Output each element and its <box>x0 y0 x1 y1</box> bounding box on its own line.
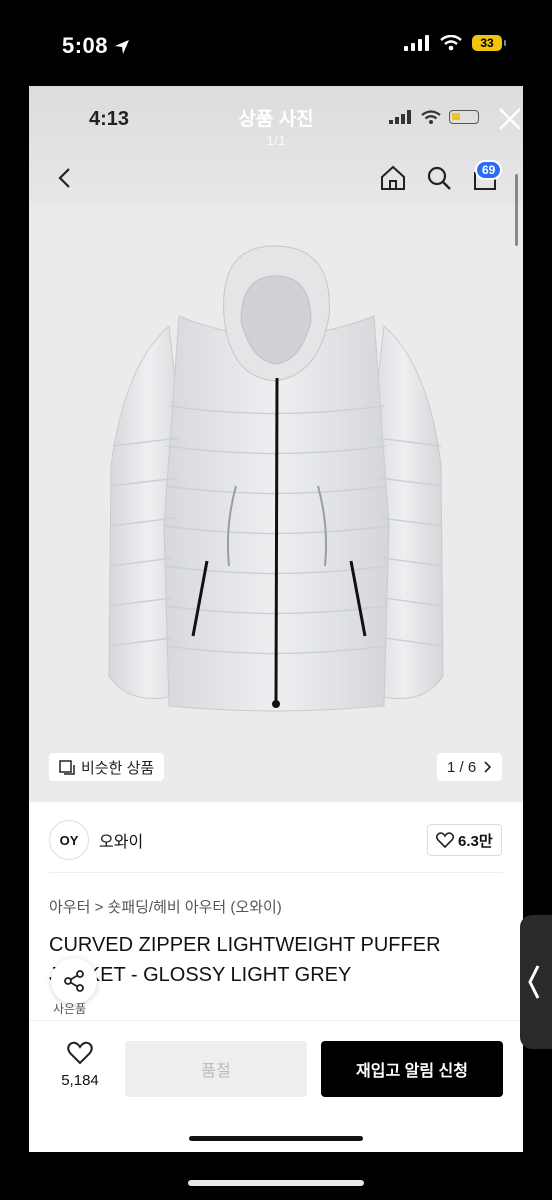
close-icon[interactable] <box>497 106 523 132</box>
app-screen: 4:13 상품 사진 1/1 69 비슷한 상품 1 / 6 OY 오와이 6.… <box>29 86 523 1152</box>
image-page-indicator[interactable]: 1 / 6 <box>437 753 503 781</box>
category-breadcrumb[interactable]: 아우터 > 숏패딩/헤비 아우터 (오와이) <box>49 896 282 917</box>
soldout-button: 품절 <box>125 1041 307 1097</box>
wishlist-count: 5,184 <box>61 1072 99 1089</box>
brand-row: OY 오와이 6.3만 <box>29 802 523 872</box>
similar-products-button[interactable]: 비슷한 상품 <box>49 753 165 781</box>
outer-clock: 5:08 <box>62 33 130 59</box>
outer-home-indicator <box>188 1180 364 1186</box>
viewer-photo-count: 1/1 <box>266 132 286 148</box>
outer-status-icons: 33 <box>404 35 506 51</box>
cart-count-badge: 69 <box>475 160 503 180</box>
product-image-viewer[interactable]: 4:13 상품 사진 1/1 69 비슷한 상품 1 / 6 <box>29 86 523 802</box>
gift-label: 사은품 <box>53 1002 87 1016</box>
share-button[interactable] <box>51 958 97 1004</box>
home-indicator <box>189 1136 363 1141</box>
viewer-header: 4:13 상품 사진 1/1 69 <box>29 86 523 206</box>
battery-indicator: 33 <box>472 35 506 51</box>
product-title: CURVED ZIPPER LIGHTWEIGHT PUFFER JACKET … <box>49 934 441 986</box>
chevron-right-icon <box>484 761 492 773</box>
restock-alert-button[interactable]: 재입고 알림 신청 <box>321 1041 503 1097</box>
similar-products-label: 비슷한 상품 <box>81 759 155 777</box>
home-icon[interactable] <box>379 164 407 192</box>
purchase-bar: 5,184 품절 재입고 알림 신청 <box>29 1020 523 1152</box>
brand-like-button[interactable]: 6.3만 <box>427 824 502 856</box>
product-photo-puffer-jacket <box>108 245 444 712</box>
location-arrow-icon <box>115 40 130 54</box>
scrollbar[interactable] <box>515 174 518 246</box>
brand-like-count: 6.3만 <box>458 832 493 850</box>
cellular-signal-icon <box>404 35 429 51</box>
similar-items-icon <box>59 760 75 775</box>
inner-status-icons <box>389 110 479 124</box>
wishlist-button[interactable]: 5,184 <box>57 1041 103 1089</box>
chevron-left-icon[interactable] <box>527 962 541 1002</box>
divider <box>49 872 503 873</box>
heart-icon <box>67 1041 93 1065</box>
share-icon <box>64 970 84 992</box>
wifi-icon <box>440 35 462 51</box>
search-icon[interactable] <box>425 164 453 192</box>
image-page-text: 1 / 6 <box>447 758 477 776</box>
heart-icon <box>436 832 454 848</box>
wifi-icon <box>421 110 441 124</box>
outer-status-bar: 5:08 33 <box>0 0 552 86</box>
brand-logo[interactable]: OY <box>49 820 89 860</box>
battery-indicator <box>449 110 479 124</box>
brand-name[interactable]: 오와이 <box>99 828 143 852</box>
back-arrow-icon[interactable] <box>53 166 77 190</box>
cellular-signal-icon <box>389 110 411 124</box>
